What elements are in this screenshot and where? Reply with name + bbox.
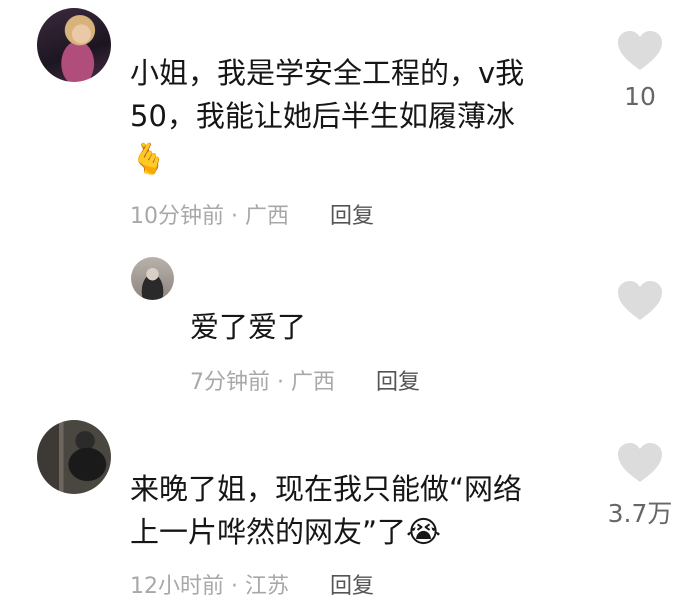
avatar[interactable] — [37, 8, 111, 82]
timestamp: 12小时前 — [130, 574, 224, 599]
heart-icon[interactable] — [617, 442, 663, 484]
comment-text-line: 来晚了姐，现在我只能做“网络 — [130, 472, 523, 506]
heart-icon[interactable] — [617, 280, 663, 322]
reply-button[interactable]: 回复 — [376, 370, 420, 395]
comment-text-segment: 上一片哗然的网友”了 — [130, 515, 407, 549]
comment-meta: 12小时前 · 江苏 回复 — [130, 568, 374, 600]
comment-meta: 10分钟前 · 广西 回复 — [130, 198, 374, 230]
finger-heart-emoji: 🫰 — [130, 142, 168, 177]
like-count: 10 — [624, 82, 656, 111]
comment-text-line: 50，我能让她后半生如履薄冰 — [130, 99, 515, 133]
like-count: 3.7万 — [607, 499, 673, 528]
separator: · — [277, 370, 284, 395]
separator: · — [231, 204, 238, 229]
comment-meta: 7分钟前 · 广西 回复 — [190, 364, 420, 396]
avatar[interactable] — [37, 420, 111, 494]
timestamp: 10分钟前 — [130, 204, 224, 229]
reply-button[interactable]: 回复 — [330, 204, 374, 229]
region: 广西 — [245, 204, 290, 229]
heart-icon[interactable] — [617, 30, 663, 72]
comment-text-line: 爱了爱了 — [190, 310, 307, 344]
avatar[interactable] — [131, 257, 174, 300]
region: 广西 — [291, 370, 336, 395]
comment-text: 小姐，我是学安全工程的，v我 50，我能让她后半生如履薄冰 🫰 — [130, 52, 524, 181]
reply-button[interactable]: 回复 — [330, 574, 374, 599]
comment-text-line: 小姐，我是学安全工程的，v我 — [130, 56, 525, 90]
region: 江苏 — [245, 574, 290, 599]
crying-emoji: 😭 — [406, 515, 442, 550]
comment-text: 来晚了姐，现在我只能做“网络 上一片哗然的网友”了😭 — [130, 468, 522, 554]
separator: · — [231, 574, 238, 599]
comment-text: 爱了爱了 — [190, 306, 306, 349]
timestamp: 7分钟前 — [190, 370, 270, 395]
comment-text-line: 上一片哗然的网友”了😭 — [130, 511, 522, 554]
